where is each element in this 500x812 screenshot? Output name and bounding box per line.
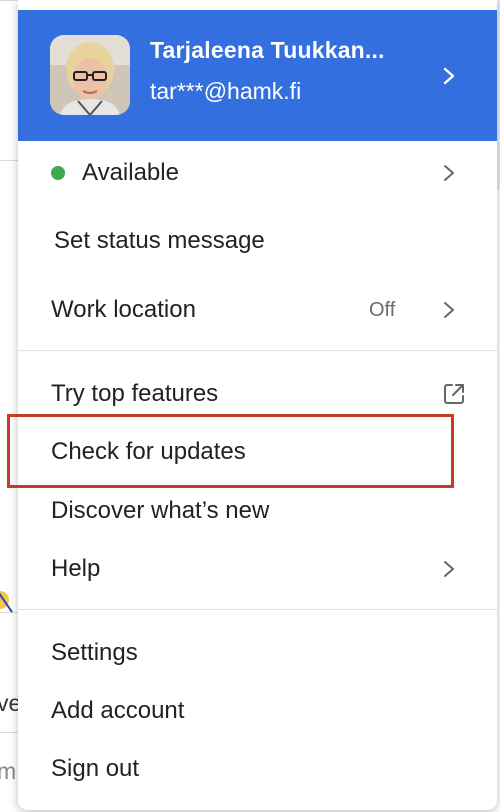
- chevron-right-icon: [444, 302, 454, 318]
- background-text: m: [0, 758, 17, 784]
- profile-name: Tarjaleena Tuukkan...: [150, 37, 385, 63]
- help-label: Help: [51, 555, 101, 582]
- menu-item-work-location[interactable]: Work location Off: [18, 282, 497, 338]
- chevron-right-icon: [443, 67, 455, 85]
- menu-item-discover-whats-new[interactable]: Discover what’s new: [18, 483, 497, 539]
- avatar: [50, 35, 130, 115]
- profile-header[interactable]: Tarjaleena Tuukkan... tar***@hamk.fi: [18, 10, 497, 141]
- settings-label: Settings: [51, 639, 138, 666]
- set-status-label: Set status message: [54, 227, 265, 254]
- profile-email: tar***@hamk.fi: [150, 78, 302, 104]
- external-link-icon: [444, 384, 464, 404]
- work-location-label: Work location: [51, 296, 196, 323]
- menu-item-settings[interactable]: Settings: [18, 625, 497, 681]
- highlight-box: [7, 414, 454, 488]
- menu-item-set-status-message[interactable]: Set status message: [18, 213, 497, 269]
- work-location-value: Off: [369, 298, 396, 321]
- sign-out-label: Sign out: [51, 755, 140, 782]
- chevron-right-icon: [444, 165, 454, 181]
- account-menu: Tarjaleena Tuukkan... tar***@hamk.fi Ava…: [18, 0, 497, 810]
- status-label: Available: [82, 159, 179, 186]
- status-available-icon: [51, 166, 65, 180]
- menu-divider: [18, 609, 497, 610]
- menu-item-status[interactable]: Available: [18, 145, 497, 201]
- menu-item-add-account[interactable]: Add account: [18, 683, 497, 739]
- discover-label: Discover what’s new: [51, 497, 270, 524]
- menu-divider: [18, 350, 497, 351]
- chevron-right-icon: [444, 561, 454, 577]
- try-top-features-label: Try top features: [51, 380, 219, 407]
- menu-item-sign-out[interactable]: Sign out: [18, 741, 497, 797]
- add-account-label: Add account: [51, 697, 185, 724]
- menu-item-help[interactable]: Help: [18, 541, 497, 597]
